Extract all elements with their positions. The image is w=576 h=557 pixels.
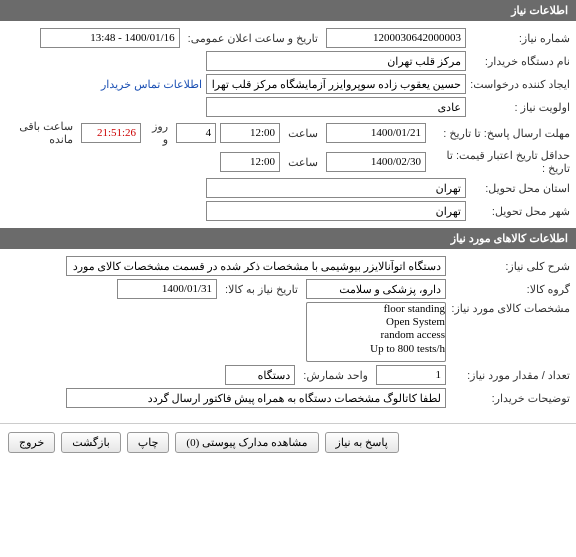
min-date-label: حداقل تاریخ اعتبار قیمت: تا تاریخ :	[430, 149, 570, 175]
unit-input[interactable]	[225, 365, 295, 385]
min-date-input[interactable]	[326, 152, 426, 172]
min-time-input[interactable]	[220, 152, 280, 172]
desc-input[interactable]	[66, 256, 446, 276]
exit-button[interactable]: خروج	[8, 432, 55, 453]
days-label: روز و	[145, 120, 172, 146]
spec-option[interactable]: random access	[307, 329, 445, 342]
qty-input[interactable]	[376, 365, 446, 385]
announce-label: تاریخ و ساعت اعلان عمومی:	[184, 32, 322, 45]
priority-label: اولویت نیاز :	[470, 101, 570, 114]
back-button[interactable]: بازگشت	[61, 432, 121, 453]
section-header-need: اطلاعات نیاز	[0, 0, 576, 21]
spec-select[interactable]: floor standingOpen Systemrandom accessUp…	[306, 302, 446, 362]
qty-label: تعداد / مقدار مورد نیاز:	[450, 369, 570, 382]
city-label: شهر محل تحویل:	[470, 205, 570, 218]
deadline-date-input[interactable]	[326, 123, 426, 143]
group-label: گروه کالا:	[450, 283, 570, 296]
time-label-1: ساعت	[284, 127, 322, 140]
need-by-label: تاریخ نیاز به کالا:	[221, 283, 302, 296]
spec-option[interactable]: Open System	[307, 316, 445, 329]
section-header-goods: اطلاعات کالاهای مورد نیاز	[0, 228, 576, 249]
province-input[interactable]	[206, 178, 466, 198]
need-number-input[interactable]	[326, 28, 466, 48]
buyer-label: نام دستگاه خریدار:	[470, 55, 570, 68]
notes-input[interactable]	[66, 388, 446, 408]
footer-bar: خروج بازگشت چاپ مشاهده مدارک پیوستی (0) …	[0, 423, 576, 461]
buyer-input[interactable]	[206, 51, 466, 71]
remain-time-input[interactable]	[81, 123, 141, 143]
remain-label: ساعت باقی مانده	[6, 120, 77, 146]
spec-option[interactable]: Up to 800 tests/h	[307, 343, 445, 356]
spec-label: مشخصات کالای مورد نیاز:	[450, 302, 570, 315]
deadline-time-input[interactable]	[220, 123, 280, 143]
desc-label: شرح کلی نیاز:	[450, 260, 570, 273]
buyer-contact-link[interactable]: اطلاعات تماس خریدار	[101, 78, 202, 91]
goods-form: شرح کلی نیاز: گروه کالا: تاریخ نیاز به ک…	[0, 249, 576, 415]
deadline-label: مهلت ارسال پاسخ: تا تاریخ :	[430, 127, 570, 140]
priority-input[interactable]	[206, 97, 466, 117]
creator-label: ایجاد کننده درخواست:	[470, 78, 570, 91]
need-by-input[interactable]	[117, 279, 217, 299]
spec-option[interactable]: floor standing	[307, 303, 445, 316]
announce-input[interactable]	[40, 28, 180, 48]
days-input[interactable]	[176, 123, 216, 143]
group-input[interactable]	[306, 279, 446, 299]
print-button[interactable]: چاپ	[127, 432, 170, 453]
notes-label: توضیحات خریدار:	[450, 392, 570, 405]
province-label: استان محل تحویل:	[470, 182, 570, 195]
need-number-label: شماره نیاز:	[470, 32, 570, 45]
need-form: شماره نیاز: تاریخ و ساعت اعلان عمومی: نا…	[0, 21, 576, 228]
respond-button[interactable]: پاسخ به نیاز	[325, 432, 399, 453]
creator-input[interactable]	[206, 74, 466, 94]
attachments-button[interactable]: مشاهده مدارک پیوستی (0)	[175, 432, 318, 453]
unit-label: واحد شمارش:	[299, 369, 372, 382]
time-label-2: ساعت	[284, 156, 322, 169]
city-input[interactable]	[206, 201, 466, 221]
